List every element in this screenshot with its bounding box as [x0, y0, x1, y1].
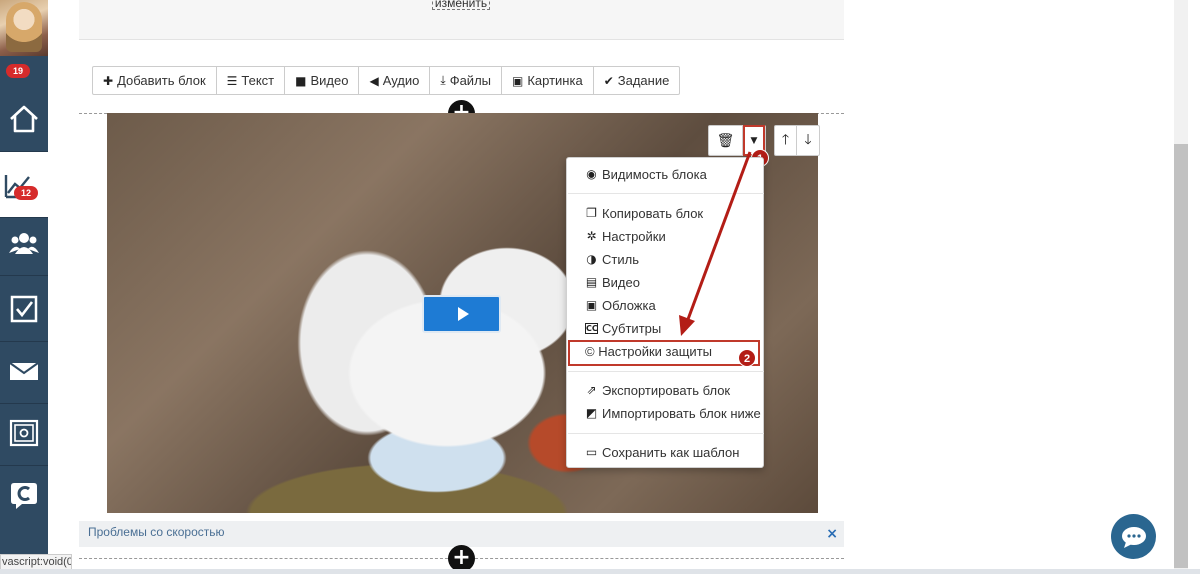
block-toolbar: ✚ Добавить блок ☰ Текст ■ Видео ◀ Аудио ⤓ Фай… — [92, 66, 681, 95]
import-icon: ◩ — [585, 406, 598, 420]
audio-label: Аудио — [382, 73, 420, 88]
files-label: Файлы — [449, 73, 491, 88]
external-link-icon: ⇗ — [586, 383, 597, 397]
play-button[interactable] — [422, 295, 501, 333]
image-icon: ▣ — [512, 73, 524, 88]
scrollbar-thumb[interactable] — [1174, 144, 1188, 568]
sidebar-item-brand[interactable] — [0, 462, 48, 528]
speed-problems-link[interactable]: Проблемы со скоростью — [88, 525, 225, 539]
gear-icon: ✲ — [586, 229, 597, 243]
video-button[interactable]: ■ Видео — [285, 67, 360, 94]
move-down-button[interactable]: 🡓 — [797, 126, 819, 155]
envelope-icon — [9, 361, 39, 380]
contrast-icon: ◑ — [586, 252, 597, 266]
menu-item-settings[interactable]: ✲ Настройки — [585, 227, 666, 245]
sidebar-item-mail[interactable] — [0, 338, 48, 404]
add-block-bottom-button[interactable]: + — [448, 545, 475, 572]
image-label: Картинка — [527, 73, 583, 88]
text-label: Текст — [241, 73, 275, 88]
menu-divider — [568, 193, 764, 194]
chat-button[interactable] — [1111, 514, 1156, 559]
caret-down-icon: ▼ — [750, 135, 758, 146]
sidebar: 19 12 — [0, 0, 48, 574]
chat-bubble-icon — [1121, 526, 1146, 548]
film-icon: ▤ — [585, 275, 598, 289]
close-icon[interactable]: × — [826, 526, 838, 542]
menu-label: Обложка — [602, 297, 656, 313]
annotation-badge-2: 2 — [738, 349, 756, 367]
text-icon: ☰ — [226, 73, 238, 88]
move-controls: 🡑 🡓 — [774, 125, 820, 156]
stats-badge: 12 — [14, 186, 38, 200]
menu-item-save-template[interactable]: ▭ Сохранить как шаблон — [585, 443, 740, 461]
files-button[interactable]: ⤓ Файлы — [430, 67, 502, 94]
safe-icon — [9, 419, 39, 446]
menu-item-import[interactable]: ◩ Импортировать блок ниже — [585, 404, 761, 422]
menu-item-cover[interactable]: ▣ Обложка — [585, 296, 656, 314]
menu-label: Сохранить как шаблон — [602, 444, 740, 460]
speed-problems-bar: Проблемы со скоростью × — [79, 521, 844, 547]
menu-item-copy[interactable]: ❐ Копировать блок — [585, 204, 703, 222]
arrow-down-icon: 🡓 — [804, 131, 812, 148]
add-block-button[interactable]: ✚ Добавить блок — [93, 67, 217, 94]
menu-label: Экспортировать блок — [602, 382, 731, 398]
move-up-button[interactable]: 🡑 — [775, 126, 797, 155]
delete-block-button[interactable]: 🗑 — [709, 126, 743, 155]
eye-icon: ◉ — [586, 167, 597, 181]
menu-label: Настройки — [602, 228, 666, 244]
menu-label: Субтитры — [602, 320, 662, 336]
sidebar-item-home[interactable] — [0, 86, 48, 152]
video-camera-icon: ■ — [295, 73, 307, 88]
arrow-up-icon: 🡑 — [781, 131, 790, 148]
menu-item-export[interactable]: ⇗ Экспортировать блок — [585, 381, 730, 399]
play-icon — [457, 307, 469, 321]
download-icon: ⤓ — [440, 73, 446, 87]
logo-c-icon — [11, 483, 37, 509]
plus-icon: ✚ — [103, 73, 114, 88]
menu-label: Стиль — [602, 251, 639, 267]
menu-label: Видео — [602, 274, 640, 290]
sidebar-item-tasks[interactable] — [0, 276, 48, 342]
menu-item-subtitles[interactable]: CC Субтитры — [585, 319, 661, 337]
menu-label: Импортировать блок ниже — [602, 405, 761, 421]
trash-icon: 🗑 — [716, 132, 735, 149]
browser-status-url: vascript:void(0) — [0, 554, 72, 570]
home-icon — [10, 105, 38, 132]
image-icon: ▣ — [585, 298, 598, 312]
menu-label: Копировать блок — [602, 205, 704, 221]
speaker-icon: ◀ — [369, 73, 379, 88]
taskbar-edge — [0, 569, 1200, 574]
add-block-label: Добавить блок — [117, 73, 206, 88]
check-icon: ✔ — [603, 73, 614, 88]
menu-item-visibility[interactable]: ◉ Видимость блока — [585, 165, 707, 183]
protection-settings-highlight — [568, 340, 760, 366]
notification-badge: 19 — [6, 64, 30, 78]
menu-divider — [568, 433, 764, 434]
video-label: Видео — [310, 73, 349, 88]
save-template-icon: ▭ — [585, 445, 598, 459]
sidebar-item-safe[interactable] — [0, 400, 48, 466]
checkbox-icon — [10, 295, 38, 322]
sidebar-item-stats[interactable] — [0, 152, 48, 218]
copy-icon: ❐ — [586, 206, 597, 220]
text-button[interactable]: ☰ Текст — [217, 67, 286, 94]
task-button[interactable]: ✔ Задание — [594, 67, 680, 94]
avatar[interactable] — [0, 0, 48, 56]
audio-button[interactable]: ◀ Аудио — [359, 67, 431, 94]
image-button[interactable]: ▣ Картинка — [502, 67, 594, 94]
menu-item-style[interactable]: ◑ Стиль — [585, 250, 639, 268]
change-link[interactable]: изменить — [432, 0, 490, 10]
menu-label: Видимость блока — [602, 166, 707, 182]
menu-item-video[interactable]: ▤ Видео — [585, 273, 640, 291]
sidebar-item-users[interactable] — [0, 210, 48, 276]
task-label: Задание — [617, 73, 670, 88]
block-dropdown-menu: ◉ Видимость блока ❐ Копировать блок ✲ Настр… — [566, 157, 764, 468]
cc-icon: CC — [585, 322, 598, 334]
menu-divider — [568, 371, 764, 372]
users-icon — [9, 232, 39, 254]
